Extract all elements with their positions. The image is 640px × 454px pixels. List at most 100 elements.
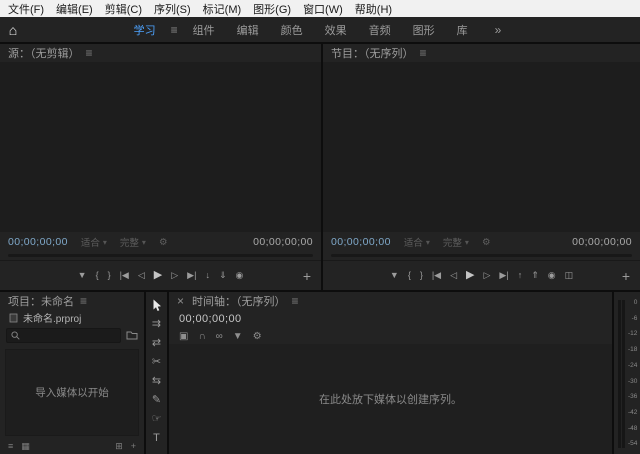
mark-in-button[interactable]: {: [408, 271, 411, 280]
tab-audio[interactable]: 音频: [358, 22, 402, 38]
menu-window[interactable]: 窗口(W): [297, 1, 349, 17]
mark-out-button[interactable]: }: [108, 271, 111, 280]
new-item-button[interactable]: +: [131, 441, 136, 451]
tab-editing[interactable]: 编辑: [226, 22, 270, 38]
menu-bar: 文件(F) 编辑(E) 剪辑(C) 序列(S) 标记(M) 图形(G) 窗口(W…: [0, 0, 640, 17]
project-import-drop-zone[interactable]: 导入媒体以开始: [5, 349, 139, 436]
project-file-icon: [9, 313, 18, 322]
search-box[interactable]: [6, 327, 121, 343]
db-label: -6: [631, 314, 638, 322]
menu-clip[interactable]: 剪辑(C): [99, 1, 148, 17]
search-bin-folder-icon[interactable]: [126, 330, 138, 340]
tab-effects[interactable]: 效果: [314, 22, 358, 38]
program-duration-timecode: 00;00;00;00: [572, 236, 632, 248]
play-button[interactable]: ▶: [154, 270, 162, 281]
audio-meter-bar-right: [622, 300, 625, 448]
source-scrubber[interactable]: [0, 252, 321, 260]
selection-tool[interactable]: [152, 299, 162, 312]
program-current-timecode[interactable]: 00;00;00;00: [331, 236, 391, 248]
source-panel-menu-icon[interactable]: ≡: [86, 46, 93, 60]
workspace-menu-icon[interactable]: ≡: [167, 23, 182, 37]
workspace-overflow-icon[interactable]: »: [479, 23, 518, 37]
go-to-in-button[interactable]: |◀: [432, 271, 441, 280]
source-current-timecode[interactable]: 00;00;00;00: [8, 236, 68, 248]
new-bin-button[interactable]: ⊞: [115, 441, 123, 452]
mark-out-button[interactable]: }: [420, 271, 423, 280]
source-resolution-select[interactable]: 完整 ▾: [120, 235, 146, 250]
overwrite-button[interactable]: ⇓: [219, 271, 227, 280]
chevron-down-icon: ▾: [425, 237, 430, 247]
add-marker-icon[interactable]: ▼: [233, 331, 243, 342]
tab-color[interactable]: 颜色: [270, 22, 314, 38]
db-label: 0: [633, 299, 638, 306]
play-button[interactable]: ▶: [466, 270, 474, 281]
home-button[interactable]: ⌂: [0, 22, 26, 38]
program-scrubber[interactable]: [323, 252, 640, 260]
step-forward-button[interactable]: ▷: [484, 271, 491, 280]
menu-markers[interactable]: 标记(M): [197, 1, 248, 17]
timeline-panel-title: 时间轴：（无序列）: [192, 296, 286, 308]
step-back-button[interactable]: ◁: [450, 271, 457, 280]
project-panel-menu-icon[interactable]: ≡: [80, 294, 87, 308]
db-label: -24: [628, 361, 638, 369]
tab-assembly[interactable]: 组件: [182, 22, 226, 38]
lift-button[interactable]: ↑: [518, 271, 523, 280]
add-marker-button[interactable]: ▼: [390, 271, 399, 280]
timeline-panel-menu-icon[interactable]: ≡: [292, 294, 299, 308]
add-marker-button[interactable]: ▼: [78, 271, 87, 280]
go-to-in-button[interactable]: |◀: [120, 271, 129, 280]
menu-sequence[interactable]: 序列(S): [148, 1, 197, 17]
program-settings-icon[interactable]: ⚙: [482, 237, 491, 248]
slip-tool[interactable]: ⇆: [152, 375, 161, 388]
home-icon: ⌂: [8, 21, 18, 38]
project-panel: 项目：未命名 ≡ 未命名.prproj 导入媒体以开始 ≡ ▦ ⊞ +: [0, 292, 144, 454]
display-settings-wrench-icon[interactable]: ⚙: [253, 331, 262, 342]
step-back-button[interactable]: ◁: [138, 271, 145, 280]
export-frame-button[interactable]: ◉: [235, 271, 243, 280]
tab-libraries[interactable]: 库: [446, 22, 479, 38]
go-to-out-button[interactable]: ▶|: [499, 271, 508, 280]
tab-graphics[interactable]: 图形: [402, 22, 446, 38]
nest-toggle-icon[interactable]: ▣: [179, 331, 188, 342]
menu-graphics[interactable]: 图形(G): [247, 1, 297, 17]
timeline-drop-zone[interactable]: 在此处放下媒体以创建序列。: [169, 344, 612, 454]
search-input[interactable]: [23, 329, 116, 341]
close-icon[interactable]: ×: [177, 294, 184, 308]
button-editor-button[interactable]: +: [622, 269, 630, 283]
button-editor-button[interactable]: +: [303, 269, 311, 283]
pen-tool[interactable]: ✎: [152, 394, 161, 407]
insert-button[interactable]: ↓: [205, 271, 210, 280]
list-view-icon[interactable]: ≡: [8, 441, 13, 451]
timeline-timecode[interactable]: 00;00;00;00: [179, 313, 242, 325]
extract-button[interactable]: ⇑: [531, 271, 539, 280]
comparison-view-button[interactable]: ◫: [565, 271, 574, 280]
source-zoom-select[interactable]: 适合 ▾: [81, 235, 107, 250]
audio-meter-scale: 0 -6 -12 -18 -24 -30 -36 -42 -48 -54: [628, 299, 638, 448]
snap-magnet-icon[interactable]: ∩: [198, 331, 205, 342]
export-frame-button[interactable]: ◉: [548, 271, 556, 280]
track-select-forward-tool[interactable]: ⇉: [152, 318, 161, 331]
program-info-bar: 00;00;00;00 适合 ▾ 完整 ▾ ⚙ 00;00;00;00: [323, 232, 640, 252]
tab-learning[interactable]: 学习: [123, 22, 167, 38]
menu-edit[interactable]: 编辑(E): [50, 1, 99, 17]
project-file-tab[interactable]: 未命名.prproj: [0, 310, 144, 325]
ripple-edit-tool[interactable]: ⇄: [152, 337, 161, 350]
go-to-out-button[interactable]: ▶|: [187, 271, 196, 280]
mark-in-button[interactable]: {: [96, 271, 99, 280]
step-forward-button[interactable]: ▷: [171, 271, 178, 280]
source-panel-title: 源：（无剪辑）: [8, 48, 80, 60]
menu-help[interactable]: 帮助(H): [349, 1, 398, 17]
source-settings-icon[interactable]: ⚙: [159, 237, 168, 248]
type-tool[interactable]: T: [153, 432, 160, 445]
tools-panel: ⇉ ⇄ ✂ ⇆ ✎ ☞ T: [146, 292, 167, 454]
menu-file[interactable]: 文件(F): [2, 1, 50, 17]
program-zoom-select[interactable]: 适合 ▾: [404, 235, 430, 250]
source-panel-header: 源：（无剪辑） ≡: [0, 44, 321, 62]
db-label: -48: [628, 424, 638, 432]
hand-tool[interactable]: ☞: [152, 413, 162, 426]
program-panel-menu-icon[interactable]: ≡: [420, 46, 427, 60]
razor-tool[interactable]: ✂: [152, 356, 161, 369]
icon-view-icon[interactable]: ▦: [21, 441, 30, 452]
program-resolution-select[interactable]: 完整 ▾: [443, 235, 469, 250]
linked-selection-icon[interactable]: ∞: [216, 331, 223, 342]
